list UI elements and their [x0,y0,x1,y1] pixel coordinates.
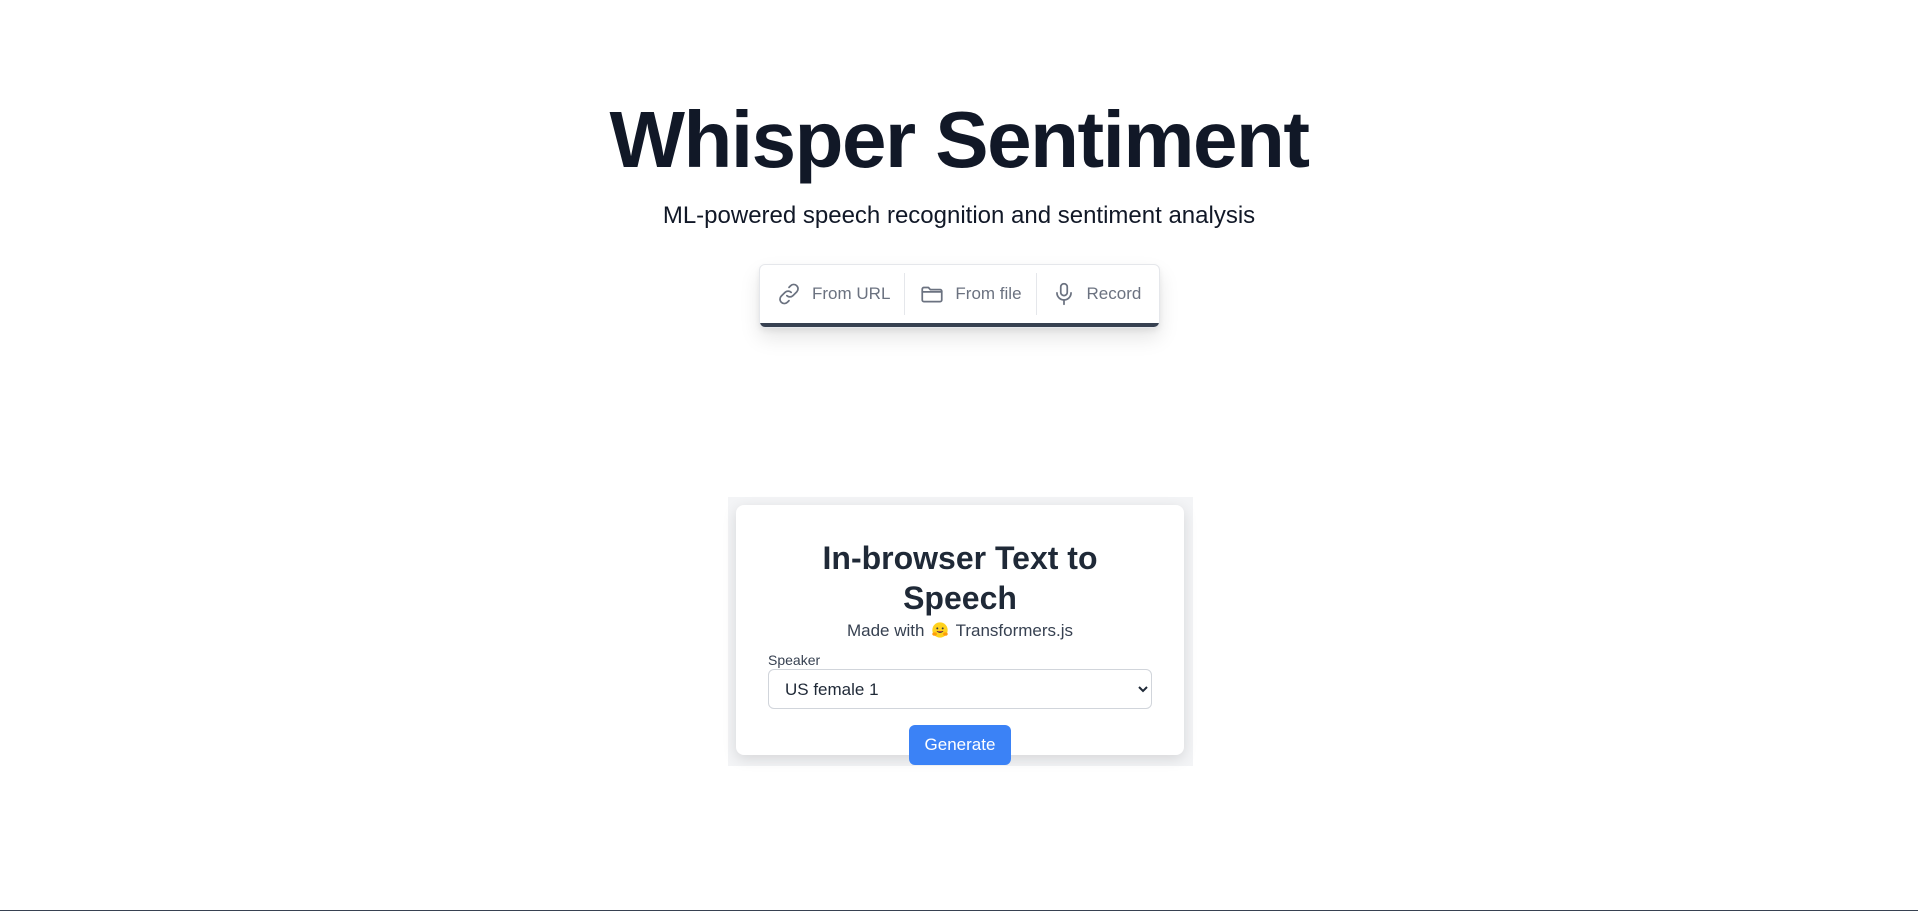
speaker-select[interactable]: US female 1 [768,669,1152,709]
hugging-face-emoji-icon [932,622,948,638]
speaker-label: Speaker [768,652,821,668]
tts-title: In-browser Text to Speech [822,540,1098,616]
record-button[interactable]: Record [1035,273,1156,315]
made-with-suffix: Transformers.js [955,621,1074,640]
microphone-icon [1055,282,1072,306]
from-url-label: From URL [812,284,891,303]
from-url-button[interactable]: From URL [762,273,904,315]
record-label: Record [1086,284,1142,303]
tts-card: In-browser Text to Speech Made with Tran… [736,505,1184,765]
tts-embed-frame: In-browser Text to Speech Made with Tran… [728,497,1193,766]
from-file-button[interactable]: From file [904,273,1035,315]
page-title: Whisper Sentiment [609,95,1310,184]
made-with-line: Made with Transformers.js [768,620,1152,642]
page: Whisper Sentiment ML-powered speech reco… [0,0,1918,911]
audio-source-toolbar: From URL From file Record [759,264,1160,328]
generate-button[interactable]: Generate [908,725,1012,765]
from-file-label: From file [955,284,1022,303]
page-subtitle: ML-powered speech recognition and sentim… [662,202,1256,229]
made-with-prefix: Made with [846,621,925,640]
link-icon [779,283,799,305]
folder-icon [921,286,944,303]
